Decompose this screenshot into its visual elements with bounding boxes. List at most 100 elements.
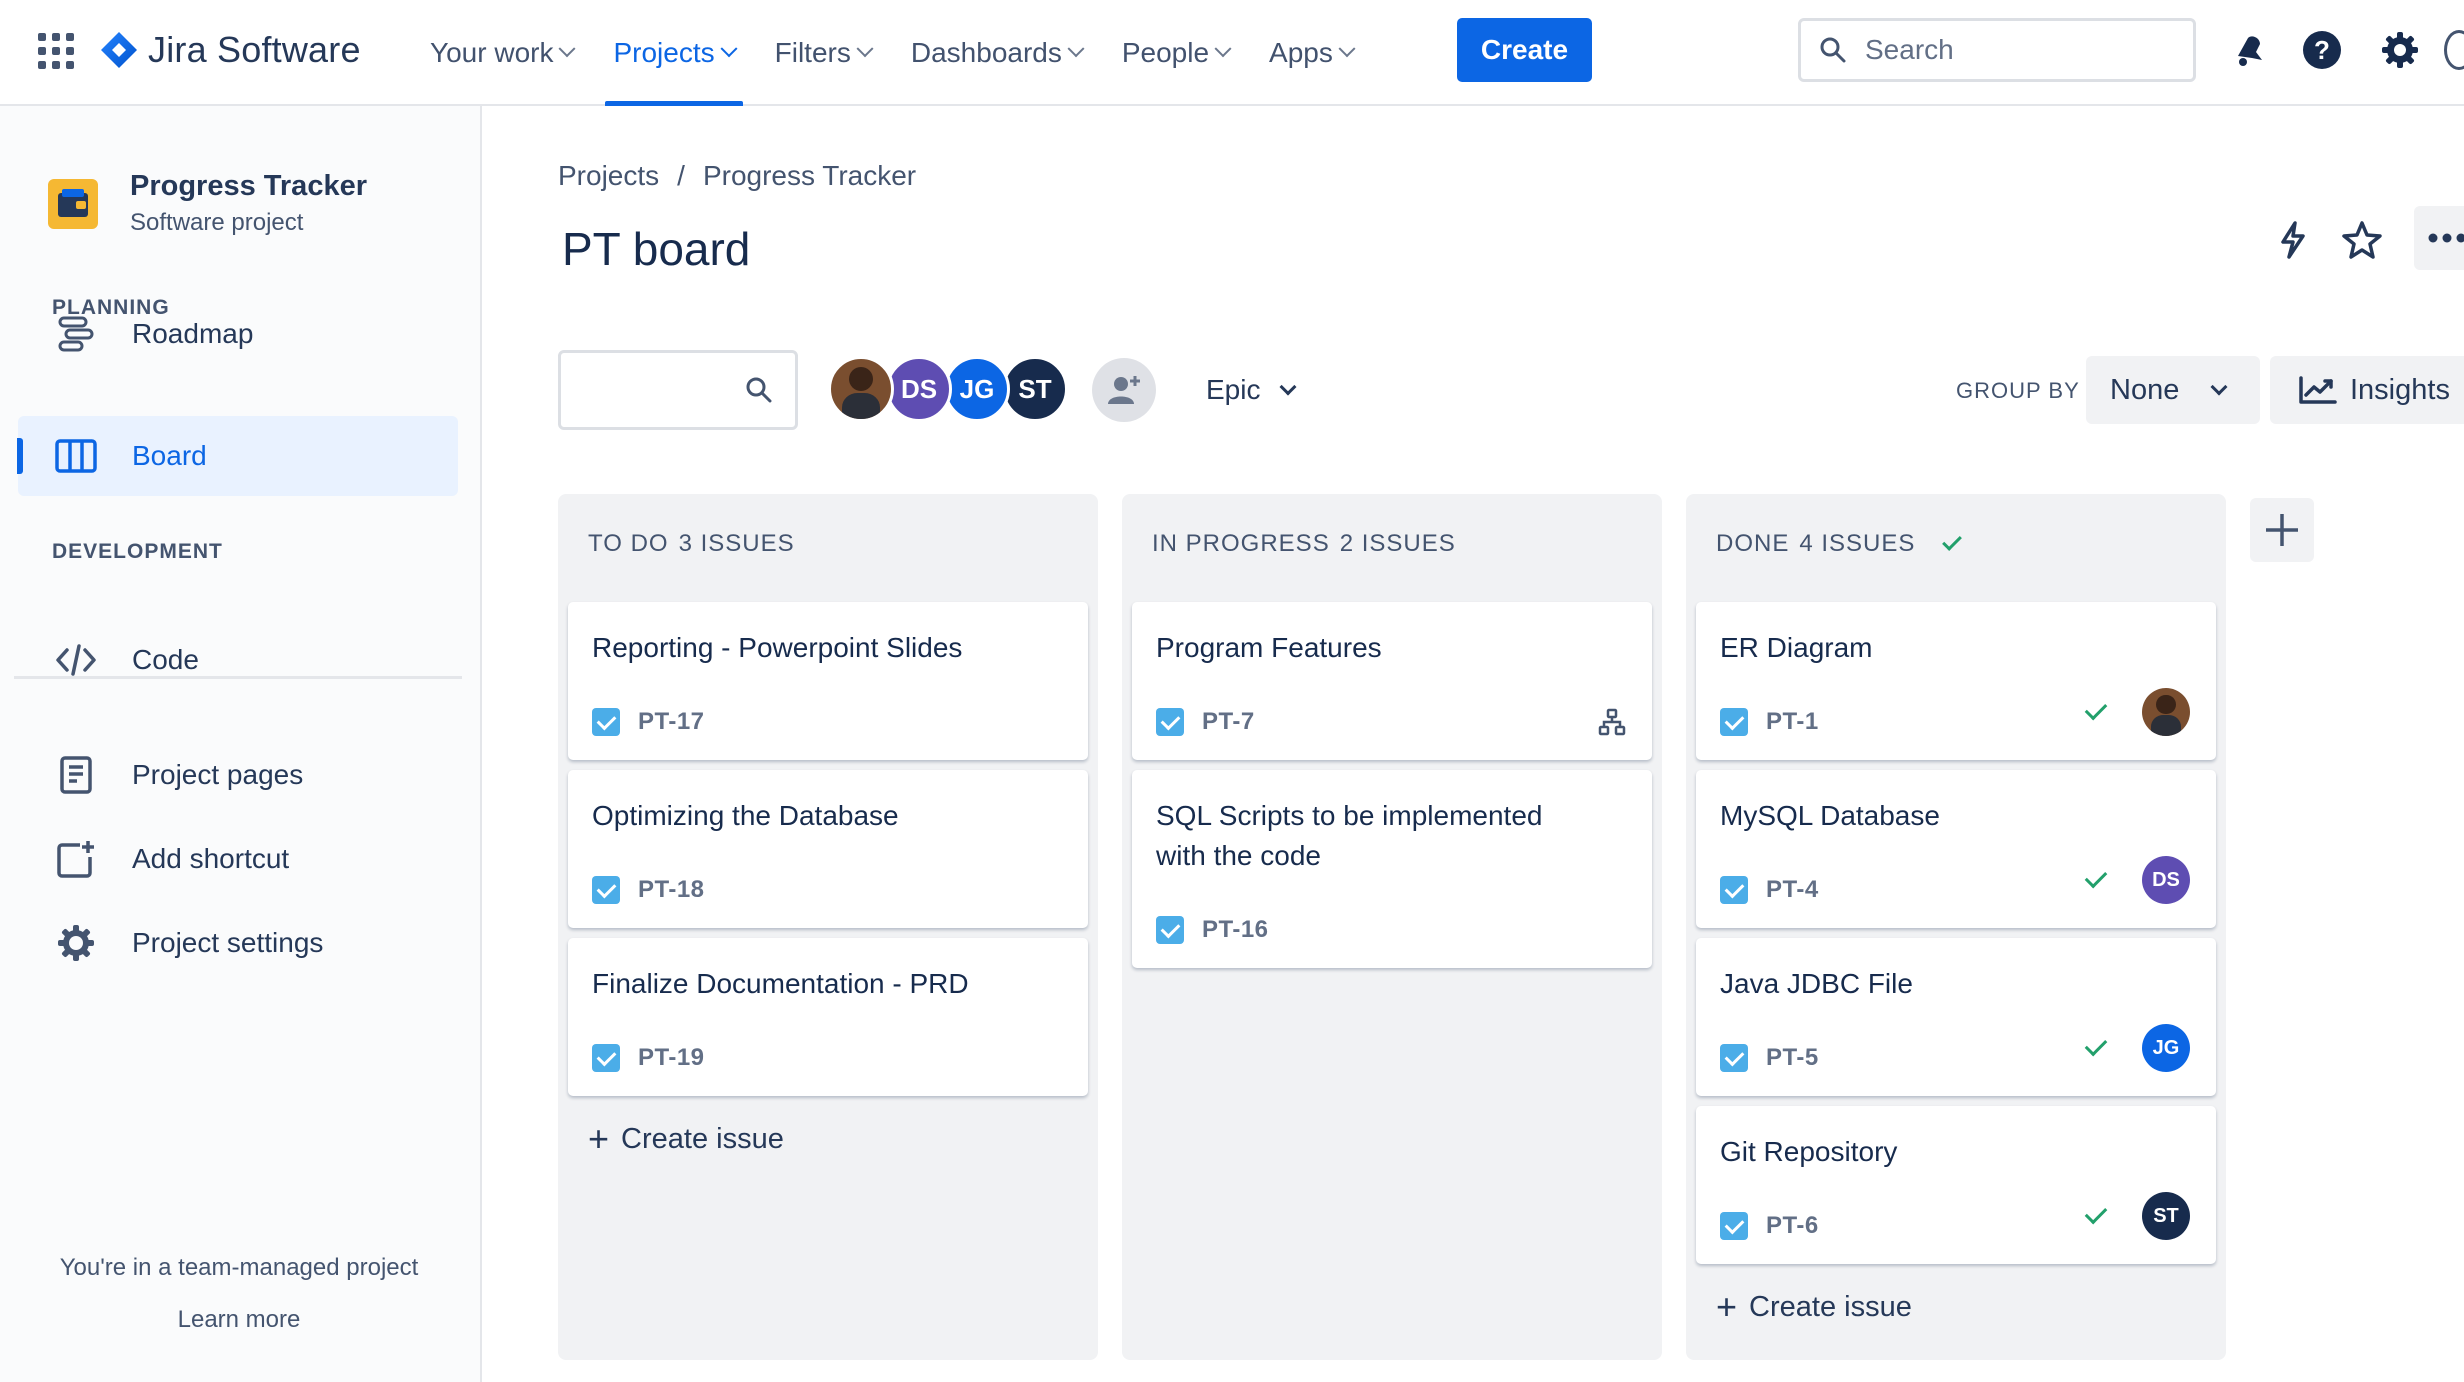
automation-icon[interactable]: [2264, 212, 2320, 268]
issue-status-assignee: DS: [2084, 856, 2190, 904]
plus-icon: +: [588, 1118, 610, 1159]
issue-key: PT-17: [638, 708, 705, 735]
issue-card[interactable]: MySQL Database PT-4 DS: [1696, 770, 2216, 928]
create-issue-button[interactable]: + Create issue: [588, 1118, 784, 1160]
notifications-icon[interactable]: [2224, 24, 2276, 76]
add-person-icon: [1108, 376, 1140, 404]
create-issue-label: Create issue: [621, 1122, 784, 1155]
breadcrumb: Projects / Progress Tracker: [558, 160, 916, 192]
settings-icon: [54, 921, 98, 965]
assignee-avatar[interactable]: [2142, 688, 2190, 736]
issue-footer: PT-19: [592, 1044, 705, 1072]
nav-item-filters[interactable]: Filters: [755, 0, 891, 106]
add-column-button[interactable]: [2250, 498, 2314, 562]
more-actions-button[interactable]: [2414, 206, 2464, 270]
assignee-avatar[interactable]: DS: [2142, 856, 2190, 904]
assignee-avatar[interactable]: JG: [2142, 1024, 2190, 1072]
assignee-avatar[interactable]: ST: [2142, 1192, 2190, 1240]
column-issue-count: 4 ISSUES: [1799, 530, 1916, 557]
nav-item-projects[interactable]: Projects: [593, 0, 754, 106]
search-input[interactable]: [1865, 34, 2165, 66]
breadcrumb-projects[interactable]: Projects: [558, 160, 659, 192]
board-column-in-progress: IN PROGRESS 2 ISSUES Program Features PT-7 S…: [1122, 494, 1662, 1360]
sidebar-item-board[interactable]: Board: [17, 416, 458, 496]
column-header: IN PROGRESS 2 ISSUES: [1152, 530, 1456, 558]
avatar-initials: DS: [900, 373, 938, 404]
profile-avatar[interactable]: [2444, 24, 2464, 76]
epic-filter-label: Epic: [1206, 374, 1261, 405]
settings-icon[interactable]: [2374, 24, 2426, 76]
learn-more-link[interactable]: Learn more: [0, 1306, 478, 1334]
sidebar-item-add-shortcut[interactable]: Add shortcut: [18, 819, 458, 899]
task-type-icon: [1720, 1044, 1748, 1072]
global-search[interactable]: [1798, 18, 2196, 82]
avatar[interactable]: [828, 356, 894, 422]
issue-footer: PT-16: [1156, 916, 1269, 944]
nav-item-your-work[interactable]: Your work: [410, 0, 593, 106]
board-icon: [54, 434, 98, 478]
sidebar-item-project-settings[interactable]: Project settings: [18, 903, 458, 983]
issue-key: PT-7: [1202, 708, 1255, 735]
plus-icon: +: [1716, 1286, 1738, 1327]
avatar[interactable]: DS: [886, 356, 952, 422]
project-name: Progress Tracker: [130, 170, 367, 202]
nav-item-apps[interactable]: Apps: [1249, 0, 1373, 106]
avatar[interactable]: ST: [1002, 356, 1068, 422]
issue-footer: PT-4: [1720, 876, 1819, 904]
column-name: DONE: [1716, 530, 1790, 557]
group-by-dropdown[interactable]: None: [2086, 356, 2260, 424]
more-icon: [2428, 233, 2464, 243]
issue-title: Git Repository: [1720, 1136, 1898, 1167]
sidebar-item-label: Project settings: [132, 927, 324, 958]
issue-card[interactable]: Reporting - Powerpoint Slides PT-17: [568, 602, 1088, 760]
epic-filter-dropdown[interactable]: Epic: [1190, 354, 1310, 426]
jira-logo[interactable]: Jira Software: [100, 24, 361, 76]
board-search-input[interactable]: [575, 374, 745, 406]
svg-text:?: ?: [2314, 35, 2330, 65]
nav-item-label: Filters: [774, 37, 851, 68]
issue-title: ER Diagram: [1720, 632, 1873, 663]
insights-icon: [2299, 376, 2337, 404]
sidebar-item-project-pages[interactable]: Project pages: [18, 735, 458, 815]
issue-card[interactable]: Program Features PT-7: [1132, 602, 1652, 760]
issue-card[interactable]: Git Repository PT-6 ST: [1696, 1106, 2216, 1264]
avatar[interactable]: JG: [944, 356, 1010, 422]
app-switcher-icon[interactable]: [38, 33, 74, 69]
issue-card[interactable]: Optimizing the Database PT-18: [568, 770, 1088, 928]
avatar-initials: JG: [2152, 1036, 2180, 1059]
issue-card[interactable]: Java JDBC File PT-5 JG: [1696, 938, 2216, 1096]
insights-button[interactable]: Insights: [2270, 356, 2464, 424]
search-icon: [1820, 37, 1846, 63]
chevron-down-icon: [720, 40, 738, 58]
column-issue-count: 3 ISSUES: [678, 530, 795, 557]
sidebar-item-roadmap[interactable]: Roadmap: [18, 294, 458, 374]
issue-card[interactable]: ER Diagram PT-1: [1696, 602, 2216, 760]
task-type-icon: [1156, 708, 1184, 736]
help-icon[interactable]: ?: [2296, 24, 2348, 76]
project-header[interactable]: Progress Tracker Software project: [48, 170, 367, 237]
issue-key: PT-18: [638, 876, 705, 903]
issue-key: PT-4: [1766, 876, 1819, 903]
issue-card[interactable]: SQL Scripts to be implemented with the c…: [1132, 770, 1652, 968]
sidebar-item-code[interactable]: Code: [18, 620, 458, 700]
project-type: Software project: [130, 209, 304, 236]
board-column-to-do: TO DO 3 ISSUES Reporting - Powerpoint Slid…: [558, 494, 1098, 1360]
issue-card[interactable]: Finalize Documentation - PRD PT-19: [568, 938, 1088, 1096]
board-search-field[interactable]: [558, 350, 798, 430]
sidebar-divider: [14, 676, 462, 679]
add-people-button[interactable]: [1092, 358, 1156, 422]
create-issue-button[interactable]: + Create issue: [1716, 1286, 1912, 1328]
sidebar-item-label: Roadmap: [132, 318, 254, 349]
create-button[interactable]: Create: [1457, 18, 1592, 82]
sidebar-item-label: Project pages: [132, 759, 304, 790]
breadcrumb-progress-tracker[interactable]: Progress Tracker: [703, 160, 916, 192]
child-issues-icon[interactable]: [1598, 708, 1626, 736]
star-icon[interactable]: [2334, 212, 2390, 268]
task-type-icon: [1156, 916, 1184, 944]
done-check-icon: [2084, 1201, 2108, 1225]
insights-label: Insights: [2350, 373, 2450, 406]
issue-title: Program Features: [1156, 632, 1382, 663]
issue-key: PT-16: [1202, 916, 1269, 943]
nav-item-dashboards[interactable]: Dashboards: [891, 0, 1102, 106]
nav-item-people[interactable]: People: [1102, 0, 1249, 106]
